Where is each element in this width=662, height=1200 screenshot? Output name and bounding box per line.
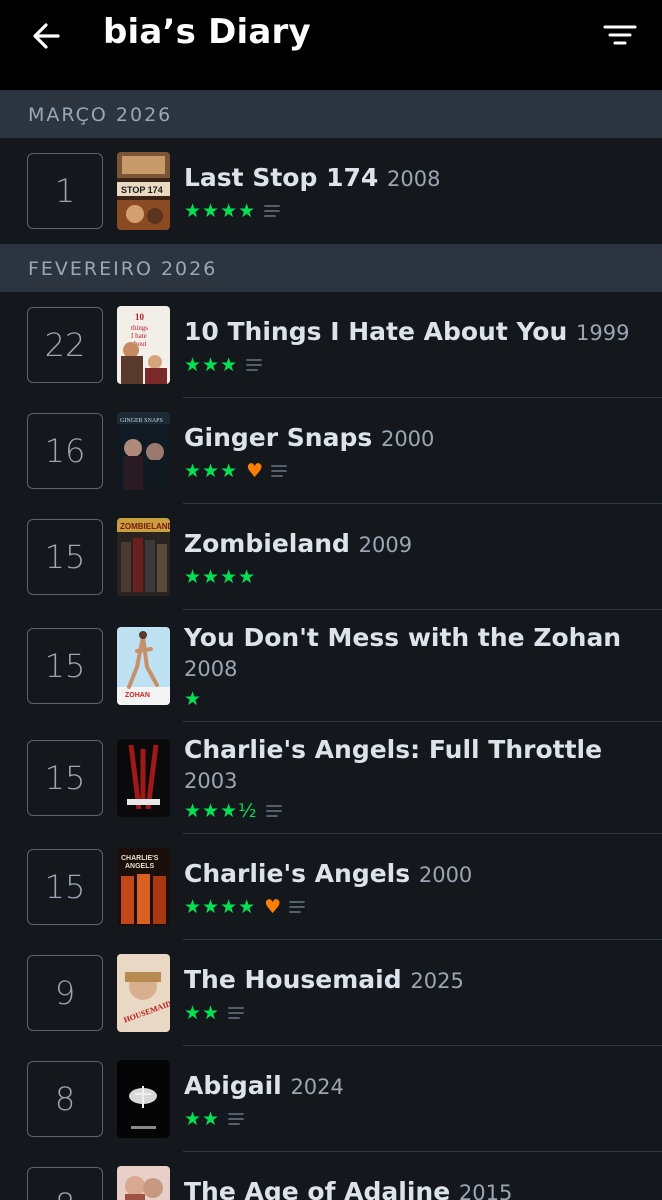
filter-icon	[603, 25, 637, 45]
section-header-fevereiro: FEVEREIRO 2026	[0, 244, 662, 292]
film-year: 2003	[184, 769, 238, 793]
rating-line: ★	[184, 688, 202, 710]
review-lines-icon	[264, 205, 281, 217]
film-poster[interactable]: CHARLIE'S ANGELS	[117, 848, 170, 926]
day-box: 8	[27, 1061, 103, 1137]
section-header-marco: MARÇO 2026	[0, 90, 662, 138]
page-title: bia’s Diary	[103, 12, 311, 52]
day-box: 15	[27, 849, 103, 925]
film-year: 2000	[418, 863, 473, 887]
diary-entry[interactable]: 8 Abigail 2024 ★★	[0, 1046, 662, 1152]
film-title[interactable]: Ginger Snaps 2000	[184, 422, 644, 455]
diary-entry[interactable]: 15 ZOMBIELAND Zombieland 2009 ★★★★	[0, 504, 662, 610]
star-rating: ★★★	[184, 460, 239, 482]
day-box: 15	[27, 519, 103, 595]
svg-text:STOP 174: STOP 174	[121, 185, 163, 195]
diary-entry[interactable]: 1 STOP 174 Last Stop 174 2008 ★★★★	[0, 138, 662, 244]
review-lines-icon	[228, 1113, 244, 1125]
review-lines-icon	[228, 1007, 244, 1019]
rating-line: ★★★½	[184, 800, 282, 822]
film-title[interactable]: Last Stop 174 2008	[184, 162, 644, 195]
film-title[interactable]: Charlie's Angels 2000	[184, 858, 644, 891]
film-poster[interactable]: ZOMBIELAND	[117, 518, 170, 596]
section-label: FEVEREIRO 2026	[28, 258, 218, 280]
diary-entry[interactable]: 15 CHARLIE'S ANGELS Charlie's Angels 2000…	[0, 834, 662, 940]
rating-line: ★★★ ♥	[184, 460, 288, 482]
diary-entry[interactable]: 22 10 things I hate about 10 Things I Hate …	[0, 292, 662, 398]
film-poster[interactable]	[117, 1166, 170, 1200]
film-title[interactable]: The Housemaid 2025	[184, 964, 644, 997]
top-bar: bia’s Diary	[0, 0, 662, 90]
section-label: MARÇO 2026	[28, 104, 173, 126]
film-year: 2015	[458, 1181, 513, 1200]
svg-text:I hate: I hate	[131, 332, 147, 340]
star-rating: ★★	[184, 1002, 221, 1024]
day-box: 9	[27, 955, 103, 1031]
film-title[interactable]: 10 Things I Hate About You 1999	[184, 316, 644, 349]
arrow-left-icon	[33, 23, 60, 49]
film-year: 2024	[290, 1075, 344, 1099]
day-box: 15	[27, 740, 103, 816]
rating-line: ★★	[184, 1108, 244, 1130]
day-box: 1	[27, 153, 103, 229]
star-rating: ★★★½	[184, 800, 258, 822]
film-year: 2008	[184, 657, 238, 681]
film-poster[interactable]: 10 things I hate about	[117, 306, 170, 384]
filter-button[interactable]	[600, 18, 640, 54]
film-year: 2025	[410, 969, 464, 993]
film-title[interactable]: Abigail 2024	[184, 1070, 644, 1103]
film-year: 1999	[575, 321, 630, 345]
heart-icon: ♥	[246, 460, 264, 482]
svg-text:ZOHAN: ZOHAN	[125, 692, 150, 699]
film-poster[interactable]: GINGER SNAPS	[117, 412, 170, 490]
day-box: 22	[27, 307, 103, 383]
svg-text:things: things	[131, 324, 148, 332]
film-poster[interactable]: HOUSEMAID	[117, 954, 170, 1032]
star-rating: ★★★★	[184, 566, 257, 588]
rating-line: ★★	[184, 1002, 244, 1024]
day-box: 8	[27, 1167, 103, 1200]
film-poster[interactable]	[117, 1060, 170, 1138]
day-box: 16	[27, 413, 103, 489]
rating-line: ★★★★	[184, 200, 281, 222]
star-rating: ★★★★	[184, 200, 257, 222]
svg-text:ANGELS: ANGELS	[125, 863, 155, 870]
review-lines-icon	[265, 805, 282, 817]
heart-icon: ♥	[264, 896, 282, 918]
star-rating: ★★★	[184, 354, 239, 376]
diary-entry[interactable]: 15 ZOHAN You Don't Mess with the Zohan 2…	[0, 610, 662, 722]
back-button[interactable]	[28, 18, 68, 54]
star-rating: ★★★★	[184, 896, 257, 918]
rating-line: ★★★★ ♥	[184, 896, 306, 918]
film-year: 2000	[380, 427, 435, 451]
film-poster[interactable]	[117, 739, 170, 817]
svg-text:10: 10	[135, 312, 145, 322]
day-box: 15	[27, 628, 103, 704]
svg-text:GINGER SNAPS: GINGER SNAPS	[120, 418, 163, 424]
star-rating: ★	[184, 688, 203, 710]
svg-text:ZOMBIELAND: ZOMBIELAND	[120, 522, 170, 531]
film-title[interactable]: Zombieland 2009	[184, 528, 644, 561]
review-lines-icon	[246, 359, 263, 371]
film-title[interactable]: Charlie's Angels: Full Throttle	[184, 734, 644, 766]
diary-entry[interactable]: 15 Charlie's Angels: Full Throttle 2003 …	[0, 722, 662, 834]
diary-entry[interactable]: 16 GINGER SNAPS Ginger Snaps 2000 ★★★ ♥	[0, 398, 662, 504]
diary-entry[interactable]: 9 HOUSEMAID The Housemaid 2025 ★★	[0, 940, 662, 1046]
review-lines-icon	[289, 901, 306, 913]
film-year: 2009	[358, 533, 413, 557]
film-title[interactable]: You Don't Mess with the Zohan	[184, 622, 644, 654]
film-poster[interactable]: STOP 174	[117, 152, 170, 230]
review-lines-icon	[271, 465, 288, 477]
diary-entry[interactable]: 8 The Age of Adaline 2015	[0, 1152, 662, 1200]
star-rating: ★★	[184, 1108, 221, 1130]
rating-line: ★★★★	[184, 566, 256, 588]
svg-text:CHARLIE'S: CHARLIE'S	[121, 855, 159, 862]
film-title[interactable]: The Age of Adaline 2015	[184, 1176, 644, 1200]
film-poster[interactable]: ZOHAN	[117, 627, 170, 705]
rating-line: ★★★	[184, 354, 263, 376]
film-year: 2008	[386, 167, 441, 191]
